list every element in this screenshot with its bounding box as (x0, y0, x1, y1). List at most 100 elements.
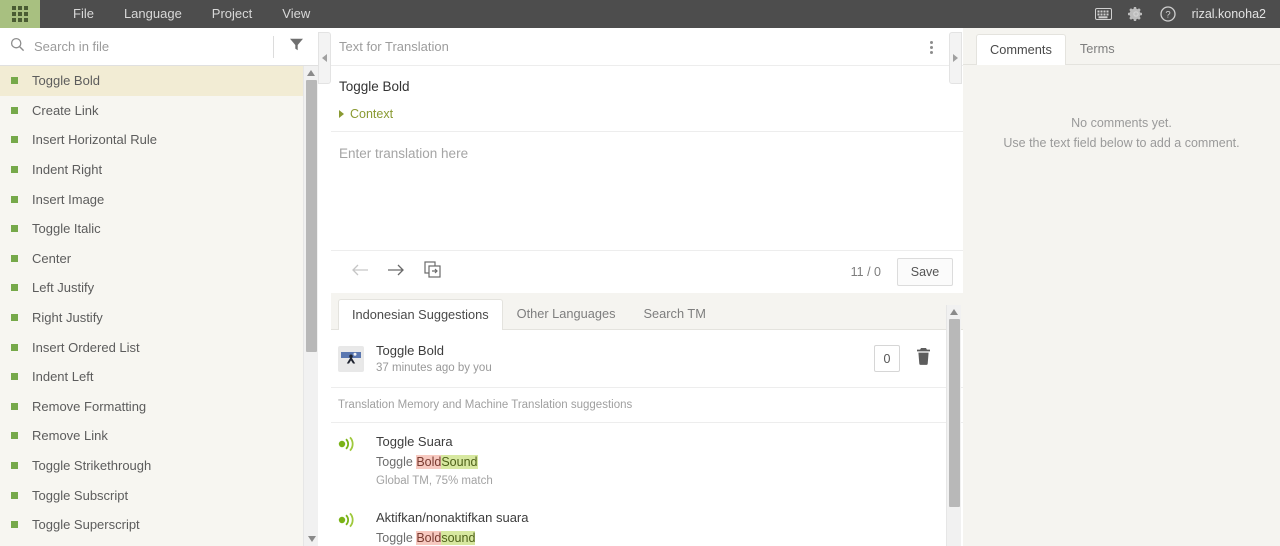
vote-count-box[interactable]: 0 (874, 345, 900, 372)
tm-suggestion-row[interactable]: Toggle Suara Toggle BoldSound Global TM,… (331, 423, 963, 499)
tab-indonesian-suggestions[interactable]: Indonesian Suggestions (338, 299, 503, 330)
tm-broadcast-icon (338, 510, 364, 546)
chevron-right-icon (339, 110, 344, 118)
save-button[interactable]: Save (897, 258, 953, 286)
tm-suggestion-row[interactable]: Aktifkan/nonaktifkan suara Toggle Boldso… (331, 499, 963, 546)
suggestions-list: Toggle Bold 37 minutes ago by you 0 Tran… (331, 330, 963, 546)
sidebar-item-insert-image[interactable]: Insert Image (0, 184, 318, 214)
sidebar-item-toggle-italic[interactable]: Toggle Italic (0, 214, 318, 244)
sidebar-item-right-justify[interactable]: Right Justify (0, 303, 318, 333)
source-text: Toggle Bold (339, 79, 410, 94)
sidebar-item-label: Center (32, 250, 72, 266)
tm-section-header: Translation Memory and Machine Translati… (331, 388, 963, 423)
tm-diff-inserted: sound (441, 531, 476, 545)
sidebar-scrollbar-thumb[interactable] (306, 80, 317, 352)
copy-source-icon (423, 261, 441, 283)
sidebar-item-label: Insert Ordered List (32, 339, 140, 355)
translation-input-area (331, 131, 963, 250)
character-counter: 11 / 0 (850, 265, 881, 279)
menu-item-language[interactable]: Language (109, 0, 197, 28)
status-square-icon (11, 343, 18, 351)
sidebar-item-remove-link[interactable]: Remove Link (0, 421, 318, 451)
trash-icon (916, 347, 931, 370)
context-toggle[interactable]: Context (331, 94, 963, 121)
tm-broadcast-icon (338, 434, 364, 487)
gear-icon[interactable] (1127, 6, 1144, 22)
suggestions-scrollbar-thumb[interactable] (949, 319, 960, 507)
status-square-icon (11, 402, 18, 410)
tm-source-prefix: Toggle (376, 531, 417, 545)
status-square-icon (11, 77, 18, 85)
sidebar-item-remove-formatting[interactable]: Remove Formatting (0, 392, 318, 422)
sidebar-item-label: Right Justify (32, 310, 103, 326)
translation-editor-app: File Language Project View ? rizal.konoh… (0, 0, 1280, 546)
arrow-right-icon (387, 263, 405, 282)
source-header-label: Text for Translation (339, 39, 449, 54)
next-string-button[interactable] (381, 257, 411, 287)
editor-toolbar: 11 / 0 Save (331, 250, 963, 293)
menu-item-view[interactable]: View (267, 0, 325, 28)
scroll-up-arrow-icon[interactable] (304, 66, 318, 80)
tm-source-prefix: Toggle (376, 455, 417, 469)
sidebar-item-toggle-bold[interactable]: Toggle Bold (0, 66, 318, 96)
app-grid-button[interactable] (0, 0, 40, 28)
status-square-icon (11, 195, 18, 203)
user-suggestion-text: Toggle Bold (376, 343, 444, 358)
sidebar-item-toggle-subscript[interactable]: Toggle Subscript (0, 480, 318, 510)
previous-string-button[interactable] (345, 257, 375, 287)
scroll-up-arrow-icon[interactable] (947, 305, 961, 319)
tab-search-tm[interactable]: Search TM (630, 298, 720, 329)
sidebar-item-indent-left[interactable]: Indent Left (0, 362, 318, 392)
sidebar-item-indent-right[interactable]: Indent Right (0, 155, 318, 185)
comments-empty-line-2: Use the text field below to add a commen… (1003, 136, 1240, 150)
sidebar-item-label: Remove Formatting (32, 398, 147, 414)
sidebar-item-create-link[interactable]: Create Link (0, 96, 318, 126)
chevron-right-icon (953, 49, 958, 67)
sidebar-item-label: Left Justify (32, 280, 95, 296)
suggestions-scrollbar[interactable] (946, 305, 961, 546)
top-menu-bar: File Language Project View ? rizal.konoh… (0, 0, 1280, 28)
status-square-icon (11, 462, 18, 470)
keyboard-icon[interactable] (1094, 8, 1112, 20)
sidebar-item-label: Toggle Bold (32, 73, 100, 89)
comments-empty-line-1: No comments yet. (1071, 116, 1172, 130)
arrow-left-icon (351, 263, 369, 282)
svg-text:?: ? (1165, 10, 1170, 21)
search-input[interactable] (34, 39, 234, 54)
tab-other-languages[interactable]: Other Languages (503, 298, 630, 329)
filter-button[interactable] (274, 28, 318, 66)
tm-match-note: Global TM, 75% match (376, 475, 493, 487)
menu-item-file[interactable]: File (58, 0, 109, 28)
tm-target-text: Toggle Suara (376, 434, 453, 449)
scroll-down-arrow-icon[interactable] (304, 532, 319, 546)
sidebar-item-label: Toggle Strikethrough (32, 458, 152, 474)
comments-panel: Comments Terms No comments yet. Use the … (963, 28, 1280, 546)
status-square-icon (11, 106, 18, 114)
collapse-sidebar-handle[interactable] (318, 32, 331, 84)
sidebar-item-label: Indent Left (32, 369, 94, 385)
tab-terms[interactable]: Terms (1066, 33, 1129, 64)
menu-item-project[interactable]: Project (197, 0, 267, 28)
copy-source-button[interactable] (417, 257, 447, 287)
sidebar-item-center[interactable]: Center (0, 244, 318, 274)
sidebar-item-toggle-superscript[interactable]: Toggle Superscript (0, 510, 318, 540)
status-square-icon (11, 432, 18, 440)
chevron-left-icon (322, 49, 327, 67)
help-icon[interactable]: ? (1159, 6, 1176, 22)
sidebar-scrollbar[interactable] (303, 66, 318, 546)
translation-input[interactable] (331, 132, 963, 250)
sidebar-item-label: Toggle Superscript (32, 517, 140, 533)
tm-diff-deleted: Bold (416, 531, 442, 545)
collapse-comments-handle[interactable] (949, 32, 962, 84)
sidebar-item-insert-horizontal-rule[interactable]: Insert Horizontal Rule (0, 125, 318, 155)
sidebar-item-insert-ordered-list[interactable]: Insert Ordered List (0, 332, 318, 362)
tab-comments[interactable]: Comments (976, 34, 1066, 65)
string-list-sidebar[interactable]: Toggle Bold Create Link Insert Horizonta… (0, 66, 318, 546)
username-label[interactable]: rizal.konoha2 (1192, 7, 1266, 21)
sidebar-item-toggle-strikethrough[interactable]: Toggle Strikethrough (0, 451, 318, 481)
more-options-icon[interactable] (928, 39, 935, 56)
user-suggestion-row[interactable]: Toggle Bold 37 minutes ago by you 0 (331, 330, 963, 388)
sidebar-item-left-justify[interactable]: Left Justify (0, 273, 318, 303)
tm-target-text: Aktifkan/nonaktifkan suara (376, 510, 529, 525)
delete-suggestion-button[interactable] (916, 347, 931, 370)
